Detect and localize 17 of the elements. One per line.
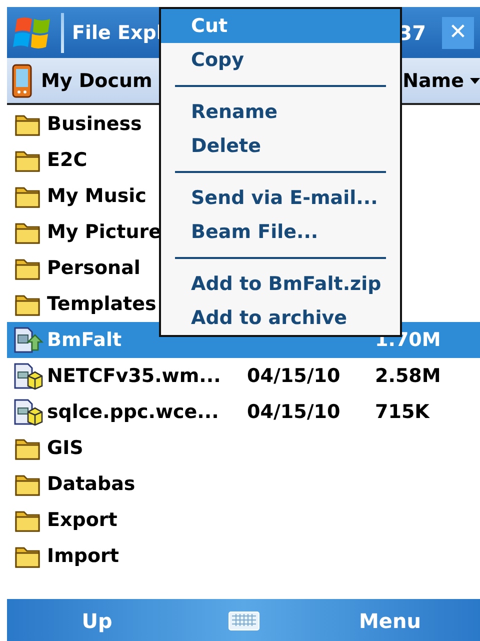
file-name: Import xyxy=(47,545,119,567)
file-name: Templates xyxy=(47,293,156,315)
file-name: Databas xyxy=(47,473,136,495)
file-name: GIS xyxy=(47,437,84,459)
file-name: NETCFv35.wm... xyxy=(47,365,221,387)
file-date: 04/15/10 xyxy=(247,401,340,423)
file-name: My Music xyxy=(47,185,146,207)
file-name: E2C xyxy=(47,149,88,171)
file-size: 715K xyxy=(375,401,430,423)
file-name: Export xyxy=(47,509,118,531)
file-size: 2.58M xyxy=(375,365,441,387)
file-name: sqlce.ppc.wce... xyxy=(47,401,219,423)
file-name: BmFalt xyxy=(47,329,122,351)
file-name: My Picture xyxy=(47,221,162,243)
file-name: Personal xyxy=(47,257,140,279)
file-name: Business xyxy=(47,113,142,135)
file-date: 04/15/10 xyxy=(247,365,340,387)
